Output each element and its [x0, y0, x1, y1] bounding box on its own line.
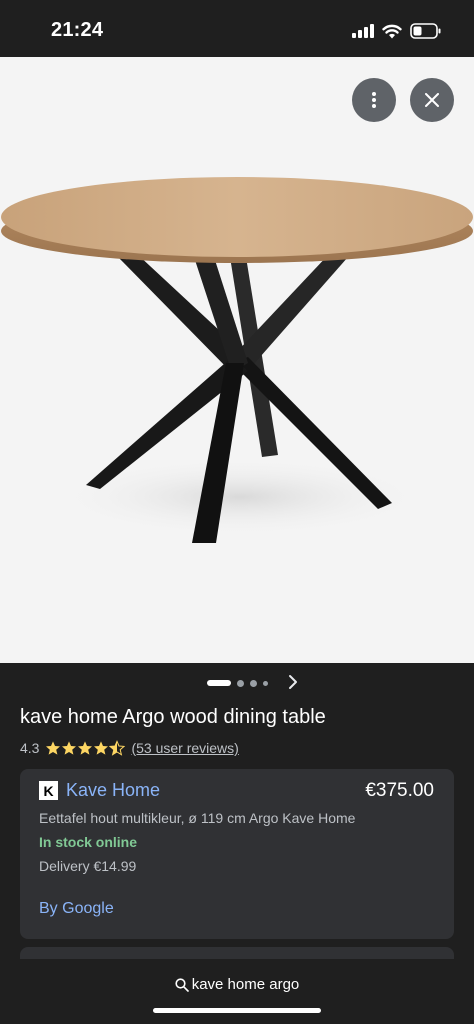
status-icons: [352, 20, 442, 42]
stock-status: In stock online: [39, 834, 138, 850]
more-options-button[interactable]: [352, 78, 396, 122]
chevron-right-icon[interactable]: [287, 674, 299, 690]
product-title: kave home Argo wood dining table: [20, 706, 326, 728]
status-time: 21:24: [51, 19, 104, 41]
offer-description: Eettafel hout multikleur, ø 119 cm Argo …: [39, 810, 356, 826]
search-query-text: kave home argo: [191, 976, 300, 993]
more-options-icon: [372, 92, 376, 108]
pager-dot[interactable]: [262, 680, 268, 686]
search-icon: [175, 977, 189, 992]
delivery-cost: Delivery €14.99: [39, 858, 137, 874]
signal-icon: [352, 24, 374, 38]
product-image: [1, 177, 473, 543]
rating-row: 4.3 (53 user reviews): [20, 740, 239, 756]
search-query[interactable]: kave home argo: [0, 976, 474, 993]
offer-card[interactable]: K Kave Home €375.00 Eettafel hout multik…: [20, 769, 454, 939]
seller-logo: K: [39, 781, 58, 800]
by-google-link[interactable]: By Google: [39, 900, 114, 918]
half-star-icon: [109, 740, 126, 756]
image-pager[interactable]: [0, 663, 474, 703]
user-reviews-link[interactable]: (53 user reviews): [131, 740, 238, 756]
rating-value: 4.3: [20, 740, 40, 756]
star-icon: [46, 741, 61, 755]
bottom-search-bar[interactable]: kave home argo: [0, 959, 474, 1024]
seller-name-link[interactable]: Kave Home: [66, 780, 160, 801]
pager-dot[interactable]: [249, 679, 257, 687]
close-icon: [425, 93, 439, 107]
star-icon: [94, 741, 109, 755]
pager-dot[interactable]: [236, 679, 244, 687]
offer-price: €375.00: [365, 780, 434, 801]
product-image-viewer[interactable]: [0, 57, 474, 663]
star-icon: [62, 741, 77, 755]
close-button[interactable]: [410, 78, 454, 122]
rating-stars: [45, 740, 126, 756]
pager-dot-active[interactable]: [206, 680, 231, 686]
status-bar: 21:24: [0, 0, 474, 57]
home-indicator[interactable]: [153, 1008, 321, 1013]
battery-icon: [410, 23, 441, 39]
star-icon: [78, 741, 93, 755]
wifi-icon: [382, 24, 402, 38]
